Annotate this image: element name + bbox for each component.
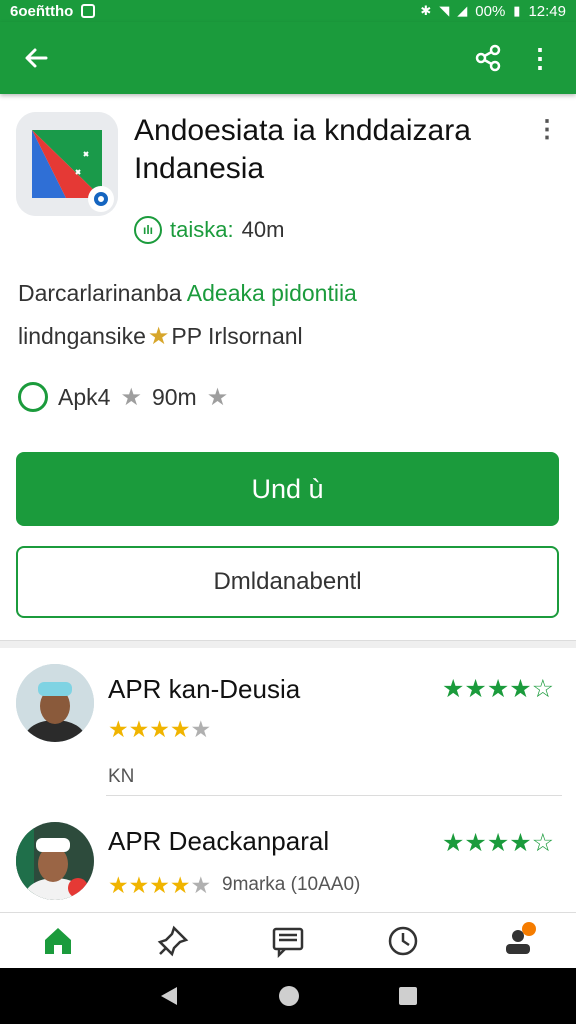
status-bar: 6oeñttho ✱ ◥ ◢ 00% ▮ 12:49: [0, 0, 576, 22]
star-icon: ★: [147, 323, 170, 350]
stat-value: 90m: [151, 383, 197, 410]
divider: [106, 795, 562, 796]
title-more-icon[interactable]: ⋮: [535, 116, 559, 144]
bottom-nav: [0, 912, 576, 968]
clock-time: 12:49: [528, 2, 566, 20]
green-rating-stars: ★★★★☆: [442, 829, 555, 857]
app-icon: [16, 112, 118, 216]
review-sub: 9marka (10AA0): [222, 874, 361, 895]
green-rating-stars: ★★★★☆: [442, 675, 555, 703]
nav-home-icon[interactable]: [276, 983, 302, 1009]
nav-back-icon[interactable]: [157, 984, 181, 1008]
bluetooth-icon: ✱: [420, 3, 432, 18]
notification-icon: [81, 4, 96, 18]
download-button[interactable]: Dmldanabentl: [16, 546, 559, 618]
nav-pin[interactable]: [143, 916, 203, 966]
nav-chat[interactable]: [258, 916, 318, 966]
home-icon: [44, 927, 71, 954]
stats-line: Apk4 ★ 90m ★: [18, 382, 228, 412]
meta-value: 40m: [241, 217, 285, 242]
nav-profile[interactable]: [488, 916, 548, 966]
verified-badge-icon: [88, 186, 114, 212]
developer-link[interactable]: Adeaka pidontiia: [187, 280, 357, 306]
reviewer-name: APR kan-Deusia: [108, 674, 301, 704]
star-icon: ★: [120, 383, 142, 411]
chat-bubble-icon: [18, 382, 48, 412]
battery-percent: 00%: [475, 2, 506, 20]
install-button[interactable]: Und ù: [16, 452, 559, 526]
reviewer-name: APR Deackanparal: [108, 826, 330, 856]
chat-icon: [272, 927, 304, 958]
category-text: lindngansike: [18, 323, 146, 349]
nav-home[interactable]: [28, 916, 88, 966]
arrow-left-icon[interactable]: [16, 38, 56, 78]
rating-badge-icon: ılı: [134, 216, 162, 244]
battery-icon: ▮: [513, 3, 521, 18]
more-vert-icon[interactable]: ⋮: [520, 38, 560, 78]
app-meta: ılı taiska: 40m: [134, 216, 284, 244]
review-item[interactable]: APR kan-Deusia ★★★★☆ ★★★★★ KN: [0, 660, 576, 800]
signal-icon: ◢: [457, 3, 468, 18]
pin-icon: [157, 925, 189, 956]
gold-rating-stars: ★★★★★: [108, 872, 212, 898]
nav-history[interactable]: [373, 916, 433, 966]
category-line: lindngansike ★ PP Irlsornanl: [18, 322, 303, 351]
avatar: [16, 664, 94, 742]
status-carrier-text: 6oeñttho: [10, 2, 74, 20]
notification-badge: [522, 921, 537, 936]
wifi-icon: ◥: [439, 3, 450, 18]
review-item[interactable]: APR Deackanparal ★★★★☆ ★★★★★ 9marka (10A…: [0, 818, 576, 910]
review-sub: KN: [108, 766, 135, 787]
meta-label: taiska:: [170, 217, 234, 242]
developer-prefix: Darcarlarinanba: [18, 280, 187, 306]
app-title: Andoesiata ia knddaizara Indanesia: [134, 114, 471, 185]
system-nav-bar: [0, 968, 576, 1024]
section-divider: [0, 640, 576, 648]
star-icon: ★: [206, 383, 229, 411]
share-icon[interactable]: [468, 38, 508, 78]
stat-text: Apk4: [58, 383, 111, 410]
gold-rating-stars: ★★★★★: [108, 716, 212, 742]
clock-icon: [388, 926, 418, 955]
category-suffix: PP Irlsornanl: [171, 323, 303, 349]
app-bar: ⋮: [0, 22, 576, 94]
developer-line: Darcarlarinanba Adeaka pidontiia: [18, 280, 357, 307]
nav-recents-icon[interactable]: [397, 985, 419, 1007]
avatar: [16, 822, 94, 900]
